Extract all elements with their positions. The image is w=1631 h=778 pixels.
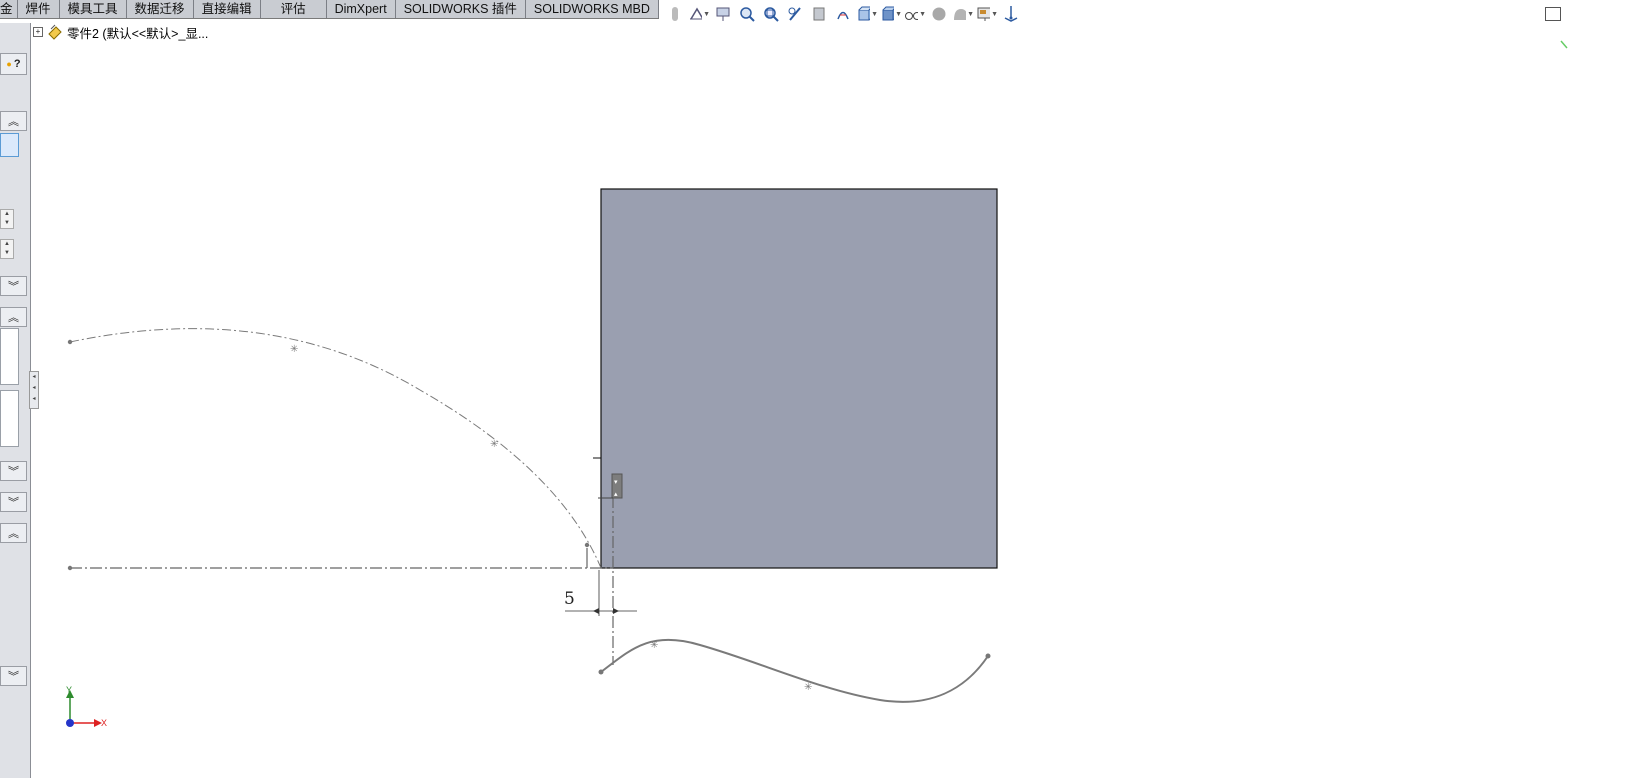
list-box-2[interactable] <box>0 390 19 447</box>
tab-sheet-metal[interactable]: 金 <box>0 0 18 18</box>
x-axis-label: X <box>101 718 107 728</box>
spline-end-point[interactable] <box>985 653 991 659</box>
construction-arc[interactable] <box>69 328 602 569</box>
command-manager-tabs: 金 焊件 模具工具 数据迁移 直接编辑 评估 DimXpert SOLIDWOR… <box>0 0 659 19</box>
relation-glyph-bottom: ▴ <box>614 491 618 498</box>
relation-glyph-top: ▾ <box>614 479 618 486</box>
chevron-down-icon: ︾ <box>8 466 19 478</box>
tab-mold-tools[interactable]: 模具工具 <box>59 0 127 18</box>
dimension-arrow-right <box>613 608 619 614</box>
chevron-down-icon: ︾ <box>8 497 19 509</box>
tab-solidworks-addins[interactable]: SOLIDWORKS 插件 <box>395 0 526 18</box>
spline-point-marker-2[interactable]: ✳ <box>804 682 812 693</box>
options-icon: ● <box>6 59 12 69</box>
spin-control-2[interactable]: ▲ ▼ <box>0 239 14 259</box>
heads-up-view-toolbar: ▼ ▼ ▼ ▼ ▼ ▼ <box>664 3 1022 25</box>
spin-control-1[interactable]: ▲ ▼ <box>0 209 14 229</box>
window-restore-icon[interactable] <box>1545 7 1561 21</box>
section-view-icon[interactable] <box>784 3 806 25</box>
arc-point-marker-1[interactable]: ✳ <box>290 344 298 355</box>
expand-section-button-1[interactable]: ︾ <box>0 276 27 296</box>
zoom-in-icon[interactable] <box>736 3 758 25</box>
chevron-up-icon: ︽ <box>8 528 19 540</box>
chevron-up-icon: ︽ <box>8 116 19 128</box>
view-orientation-cube-icon[interactable]: ▼ <box>856 3 878 25</box>
expand-section-button-2[interactable]: ︾ <box>0 461 27 481</box>
zoom-to-fit-icon[interactable]: ▼ <box>688 3 710 25</box>
expand-section-button-4[interactable]: ︾ <box>0 666 27 686</box>
collapse-section-button-2[interactable]: ︽ <box>0 307 27 327</box>
reference-triad: Y X <box>66 685 107 728</box>
chevron-up-icon: ︽ <box>8 312 19 324</box>
collapse-section-button[interactable]: ︽ <box>0 111 27 131</box>
tab-weldments[interactable]: 焊件 <box>17 0 60 18</box>
chevron-down-icon: ︾ <box>8 671 19 683</box>
zoom-to-area-icon[interactable] <box>712 3 734 25</box>
tab-direct-editing[interactable]: 直接编辑 <box>193 0 261 18</box>
spline-start-point[interactable] <box>598 669 604 675</box>
tab-solidworks-mbd[interactable]: SOLIDWORKS MBD <box>525 0 659 18</box>
previous-view-icon[interactable] <box>760 3 782 25</box>
tab-evaluate[interactable]: 评估 <box>260 0 327 18</box>
hide-show-items-icon[interactable]: ▼ <box>904 3 926 25</box>
dimension-value[interactable]: 5 <box>564 589 575 609</box>
expand-section-button-3[interactable]: ︾ <box>0 492 27 512</box>
property-manager-panel: ● ? ︽ ▲ ▼ ▲ ▼ ︾ ︽ ︾ ︾ ︽ ︾ <box>0 23 31 778</box>
dynamic-annotation-icon[interactable] <box>808 3 830 25</box>
arc-point[interactable] <box>584 542 590 548</box>
help-label: ? <box>13 58 21 70</box>
list-box-1[interactable] <box>0 328 19 385</box>
apply-scene-icon[interactable]: ▼ <box>952 3 974 25</box>
display-style-icon[interactable]: ▼ <box>880 3 902 25</box>
chevron-down-icon: ︾ <box>8 281 19 293</box>
help-button[interactable]: ● ? <box>0 53 27 75</box>
arc-point-marker-2[interactable]: ✳ <box>490 439 498 450</box>
graphics-area[interactable]: ✳ ✳ ▾ ▴ 5 ✳ ✳ Y X <box>31 25 1611 778</box>
triad-icon[interactable] <box>1000 3 1022 25</box>
selection-box[interactable] <box>0 133 19 157</box>
spline-curve[interactable] <box>600 638 989 703</box>
dimension-arrow-left <box>593 608 599 614</box>
edit-appearance-icon[interactable] <box>928 3 950 25</box>
view-settings-icon[interactable]: ▼ <box>976 3 998 25</box>
arc-endpoint[interactable] <box>67 339 73 345</box>
tab-dimxpert[interactable]: DimXpert <box>326 0 396 18</box>
rotate-view-icon[interactable] <box>832 3 854 25</box>
y-axis-label: Y <box>66 685 72 695</box>
view-orientation-icon[interactable] <box>664 3 686 25</box>
collapse-section-button-3[interactable]: ︽ <box>0 523 27 543</box>
spline-point-marker-1[interactable]: ✳ <box>650 640 658 651</box>
model-face[interactable] <box>600 188 998 569</box>
centerline-endpoint[interactable] <box>67 565 73 571</box>
tab-data-migration[interactable]: 数据迁移 <box>126 0 194 18</box>
